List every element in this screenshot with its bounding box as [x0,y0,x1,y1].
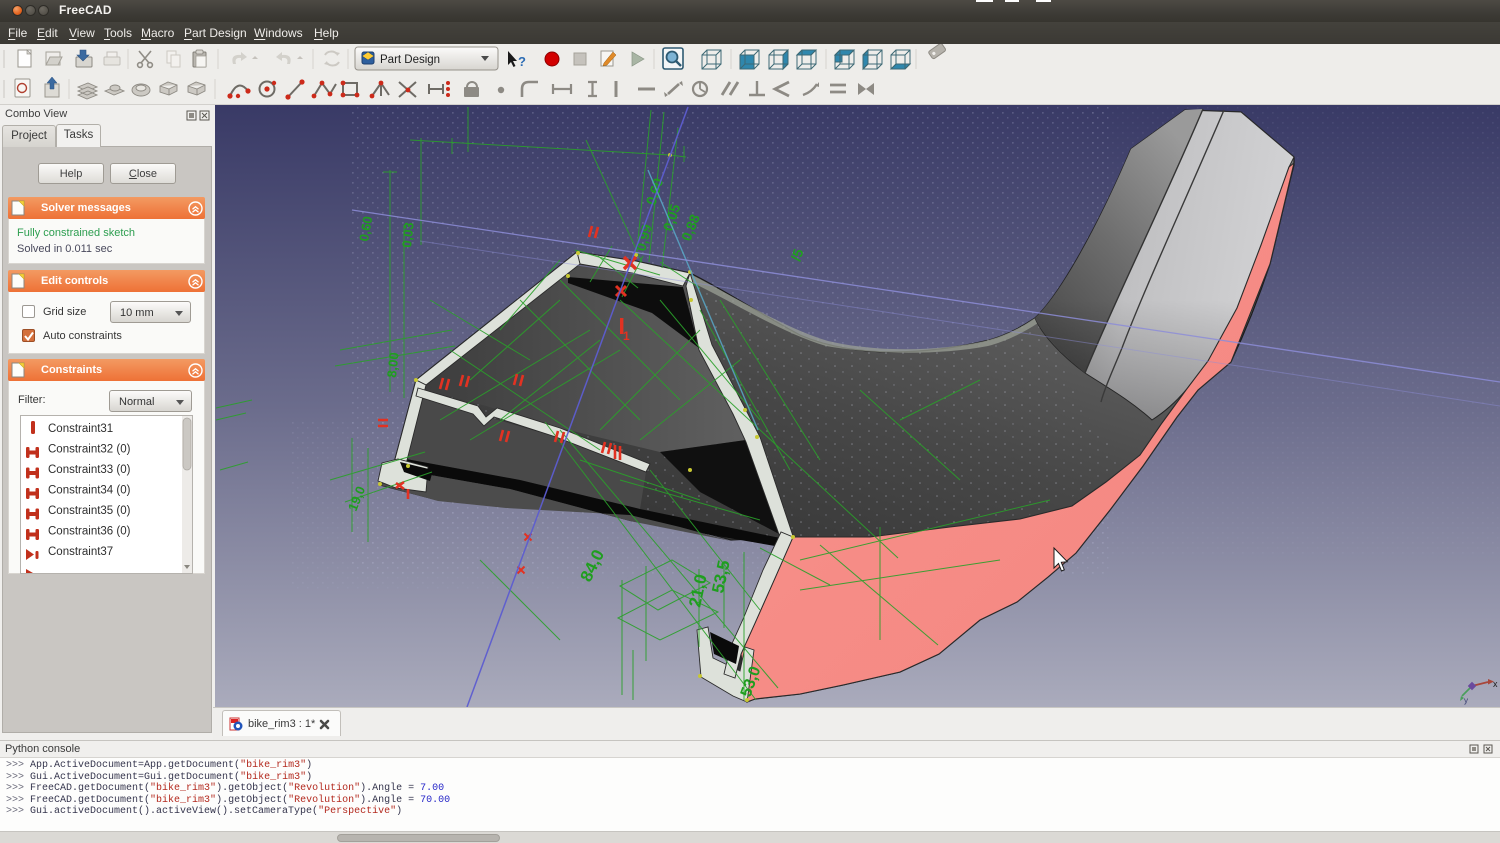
svg-text:Constraint32 (0): Constraint32 (0) [48,444,131,456]
svg-text:x: x [1493,679,1498,689]
svg-text:Constraint35 (0): Constraint35 (0) [48,505,131,517]
svg-text:Constraint37: Constraint37 [48,546,113,558]
svg-text:Constraint34 (0): Constraint34 (0) [48,485,131,497]
svg-text:0,03: 0,03 [399,222,417,249]
svg-text:Constraint36 (0): Constraint36 (0) [48,526,131,538]
svg-text:8,00: 8,00 [384,352,402,379]
svg-text:Constraint31: Constraint31 [48,423,113,435]
svg-text:y: y [1464,696,1468,705]
svg-text:Constraint33 (0): Constraint33 (0) [48,464,131,476]
svg-text:1: 1 [623,329,630,343]
